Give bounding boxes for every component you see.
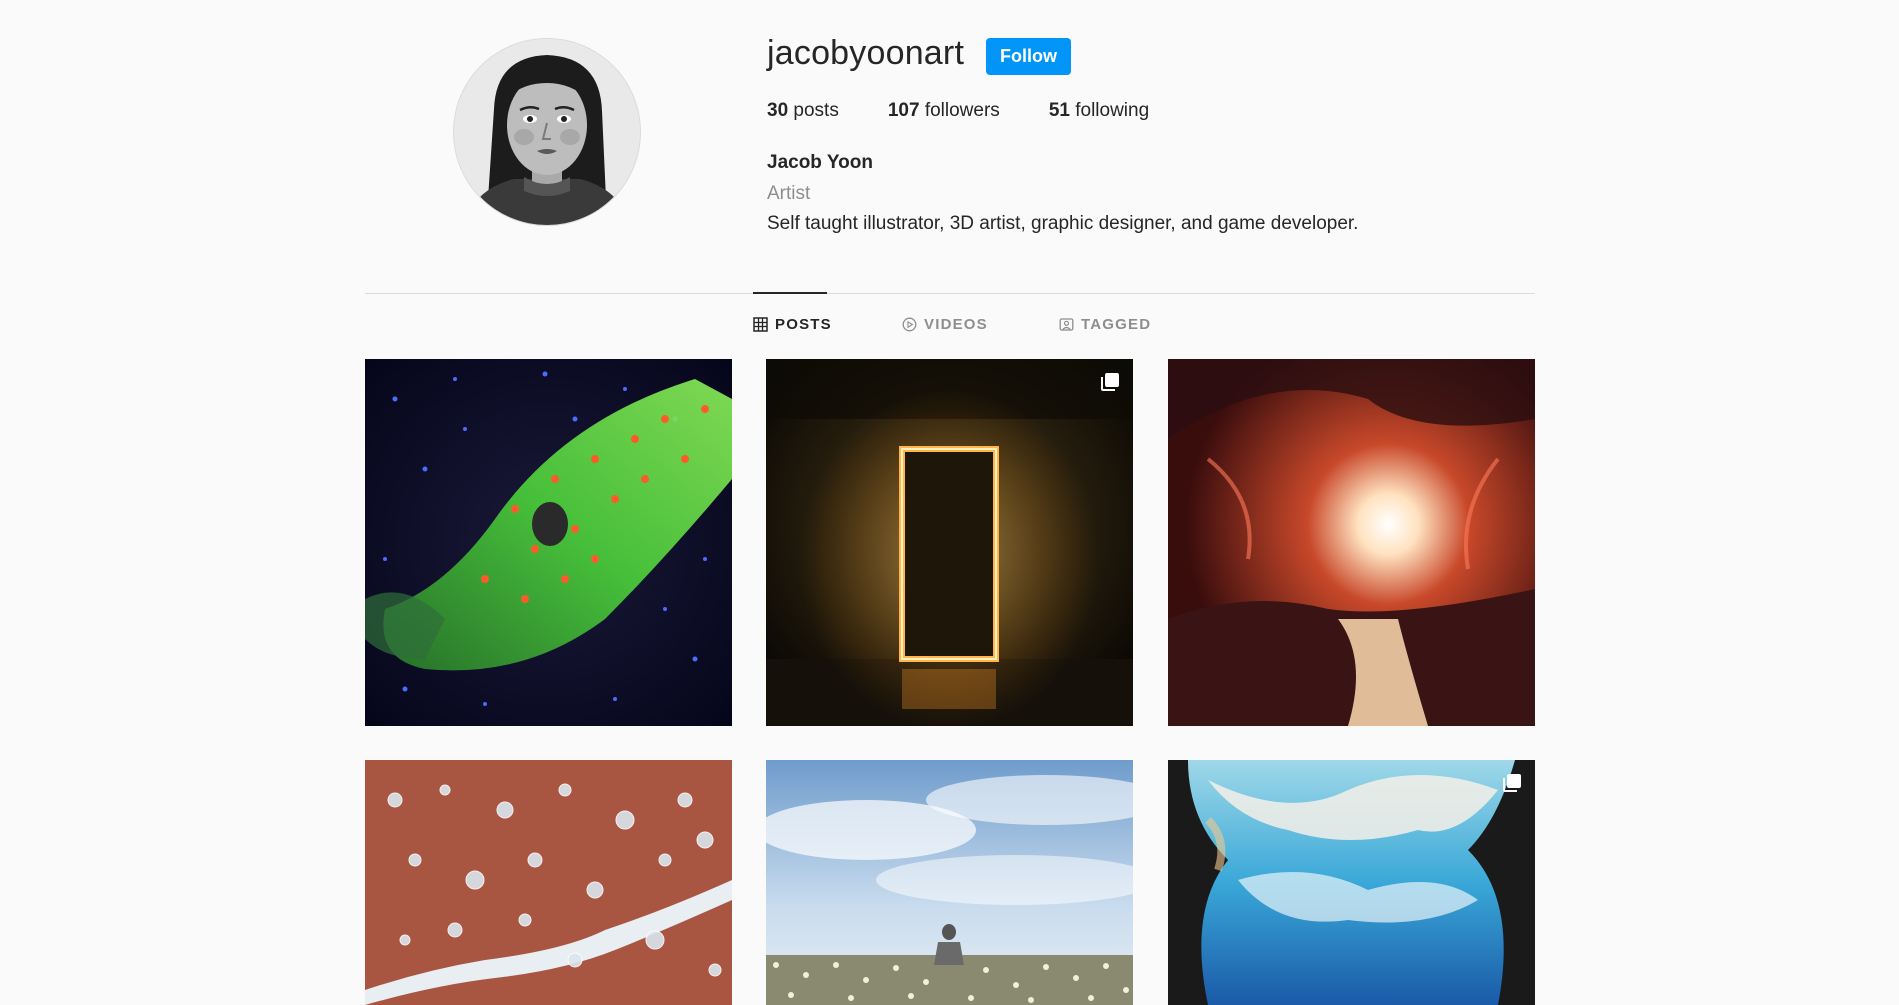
- category-label: Artist: [767, 183, 811, 204]
- tab-tagged-label: TAGGED: [1081, 316, 1152, 333]
- posts-stat: 30 posts: [767, 100, 839, 122]
- post-tile-1[interactable]: [365, 359, 732, 726]
- follow-button[interactable]: Follow: [986, 38, 1071, 75]
- post-image: [365, 359, 732, 726]
- post-tile-3[interactable]: [1168, 359, 1535, 726]
- full-name: Jacob Yoon: [767, 152, 873, 173]
- post-tile-6[interactable]: [1168, 760, 1535, 1005]
- tab-posts-label: POSTS: [775, 316, 832, 333]
- play-circle-icon: [902, 317, 917, 332]
- username: jacobyoonart: [767, 34, 965, 72]
- grid-icon: [753, 317, 768, 332]
- tab-tagged[interactable]: TAGGED: [1059, 316, 1151, 333]
- followers-label: followers: [924, 100, 1000, 121]
- post-image: [766, 359, 1133, 726]
- following-count: 51: [1048, 100, 1070, 121]
- profile-page: jacobyoonart Follow 30 posts 107 followe…: [0, 0, 1899, 1005]
- bio-text: Self taught illustrator, 3D artist, grap…: [767, 213, 1359, 234]
- post-image: [1168, 359, 1535, 726]
- following-label: following: [1075, 100, 1150, 121]
- post-image: [1168, 760, 1535, 1005]
- tab-videos[interactable]: VIDEOS: [902, 316, 988, 333]
- posts-count: 30: [767, 100, 789, 121]
- post-tile-2[interactable]: [766, 359, 1133, 726]
- followers-count: 107: [887, 100, 920, 121]
- post-tile-5[interactable]: [766, 760, 1133, 1005]
- tagged-icon: [1059, 317, 1074, 332]
- multiple-posts-icon: [1099, 371, 1121, 393]
- posts-label: posts: [793, 100, 839, 121]
- avatar[interactable]: [454, 39, 640, 225]
- active-tab-indicator: [753, 292, 827, 294]
- post-image: [766, 760, 1133, 1005]
- tabs-divider: [365, 293, 1535, 294]
- multiple-posts-icon: [1501, 772, 1523, 794]
- post-image: [365, 760, 732, 1005]
- profile-tabs: POSTS VIDEOS TAGGED: [0, 316, 1899, 340]
- avatar-illustration: [454, 39, 640, 225]
- tab-videos-label: VIDEOS: [924, 316, 988, 333]
- tab-posts[interactable]: POSTS: [753, 316, 832, 333]
- profile-stats: 30 posts 107 followers 51 following: [767, 100, 1198, 122]
- following-stat[interactable]: 51 following: [1049, 100, 1149, 122]
- followers-stat[interactable]: 107 followers: [888, 100, 1000, 122]
- post-tile-4[interactable]: [365, 760, 732, 1005]
